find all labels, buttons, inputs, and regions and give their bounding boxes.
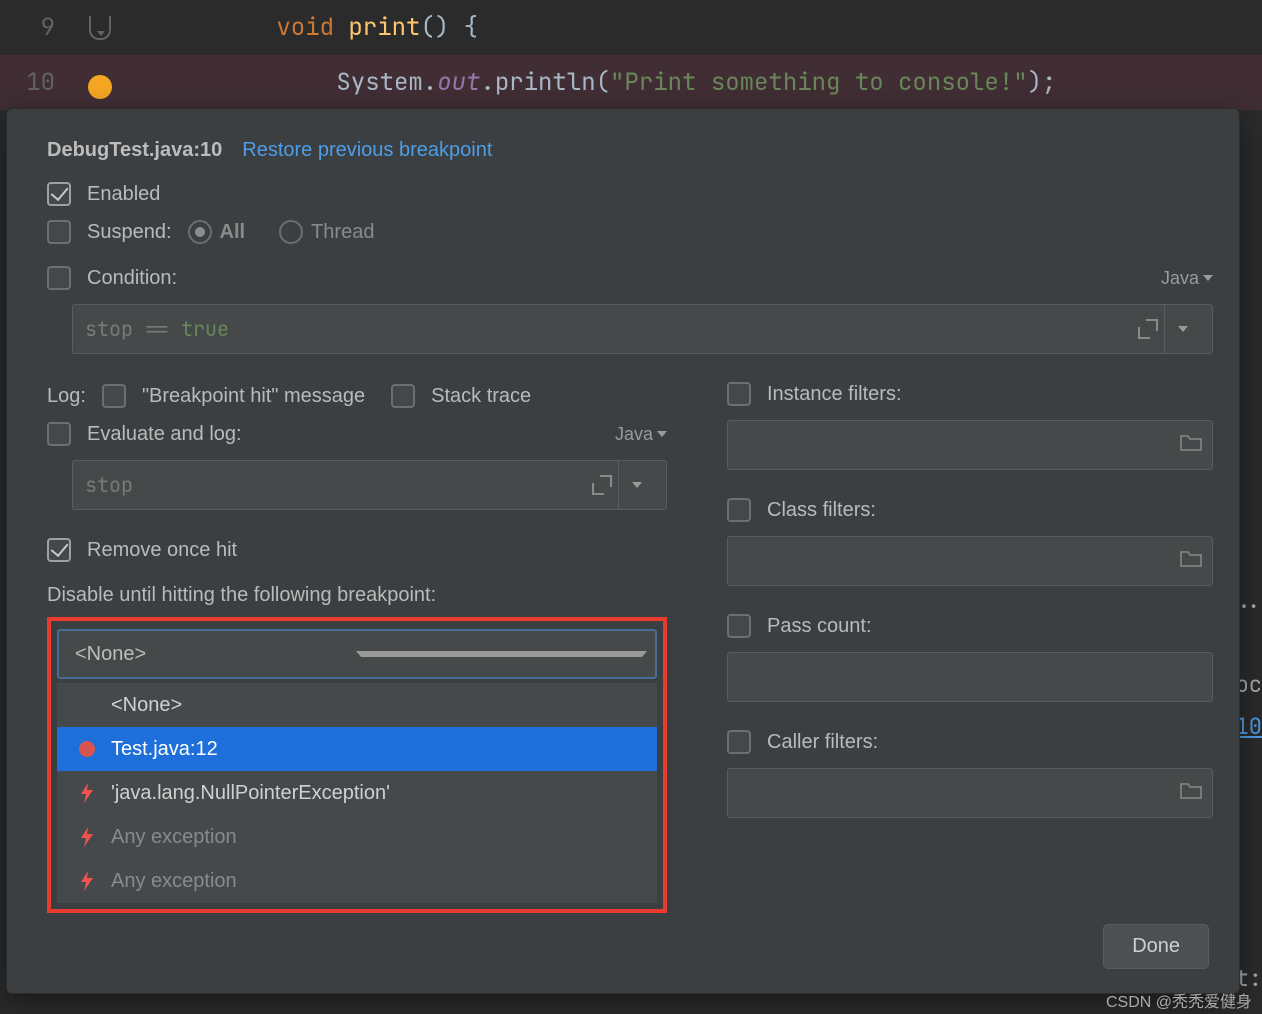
disable-until-selected: <None> [75,643,356,666]
instance-filters-label: Instance filters: [767,383,902,406]
folder-icon[interactable] [1180,781,1202,805]
condition-lang-picker[interactable]: Java [1161,268,1213,289]
evaluate-input[interactable]: stop [72,460,667,510]
class-filters-input[interactable] [727,536,1213,586]
evaluate-placeholder: stop [85,472,584,498]
caller-filters-label: Caller filters: [767,731,878,754]
suspend-row: Suspend: All Thread [47,220,1213,244]
line-number: 9 [0,12,65,43]
suspend-all-radio[interactable] [188,220,212,244]
log-label: Log: [47,385,86,408]
enabled-row[interactable]: Enabled [47,182,1213,206]
condition-history-button[interactable] [1164,305,1200,353]
condition-row: Condition: Java [47,266,1213,290]
folder-icon[interactable] [1180,549,1202,573]
breakpoint-location: DebugTest.java:10 [47,139,222,162]
evaluate-history-button[interactable] [618,461,654,509]
breakpoint-marker-icon[interactable] [88,75,112,99]
suspend-all-label: All [220,221,246,244]
instance-filters-row[interactable]: Instance filters: [727,382,1213,406]
caller-filters-row[interactable]: Caller filters: [727,730,1213,754]
condition-placeholder: stop == true [85,316,1130,342]
condition-input[interactable]: stop == true [72,304,1213,354]
dropdown-item-any-exception-2[interactable]: Any exception [57,859,657,903]
suspend-label: Suspend: [87,221,172,244]
breakpoint-popup: DebugTest.java:10 Restore previous break… [6,108,1240,994]
evaluate-lang-picker[interactable]: Java [615,424,667,445]
expand-icon[interactable] [1138,319,1158,339]
exception-bolt-icon [79,827,95,847]
dropdown-item-test-java[interactable]: Test.java:12 [57,727,657,771]
suspend-thread-label: Thread [311,221,374,244]
stack-trace-label: Stack trace [431,385,531,408]
dropdown-item-any-exception-1[interactable]: Any exception [57,815,657,859]
class-filters-label: Class filters: [767,499,876,522]
dropdown-item-npe[interactable]: 'java.lang.NullPointerException' [57,771,657,815]
caller-filters-checkbox[interactable] [727,730,751,754]
done-button[interactable]: Done [1103,924,1209,969]
evaluate-label: Evaluate and log: [87,423,242,446]
suspend-checkbox[interactable] [47,220,71,244]
condition-checkbox[interactable] [47,266,71,290]
instance-filters-input[interactable] [727,420,1213,470]
suspend-thread-radio[interactable] [279,220,303,244]
popup-header: DebugTest.java:10 Restore previous break… [47,139,1213,162]
caller-filters-input[interactable] [727,768,1213,818]
breakpoint-dot-icon [79,741,95,757]
chevron-down-icon [1203,275,1213,281]
code-editor: 9 void print() { 10 System.out.println("… [0,0,1262,110]
enabled-checkbox[interactable] [47,182,71,206]
pass-count-label: Pass count: [767,615,872,638]
evaluate-row: Evaluate and log: Java [47,422,667,446]
method-marker-icon [89,16,111,40]
chevron-down-icon [356,651,647,657]
exception-bolt-icon [79,871,95,891]
class-filters-checkbox[interactable] [727,498,751,522]
remove-once-hit-label: Remove once hit [87,539,237,562]
disable-until-combo[interactable]: <None> [57,629,657,679]
bp-hit-message-checkbox[interactable] [102,384,126,408]
enabled-label: Enabled [87,183,160,206]
log-row: Log: "Breakpoint hit" message Stack trac… [47,384,667,408]
folder-icon[interactable] [1180,433,1202,457]
remove-once-hit-row[interactable]: Remove once hit [47,538,667,562]
line-number: 10 [0,67,65,98]
remove-once-hit-checkbox[interactable] [47,538,71,562]
pass-count-row[interactable]: Pass count: [727,614,1213,638]
class-filters-row[interactable]: Class filters: [727,498,1213,522]
code-line-10: 10 System.out.println("Print something t… [0,55,1262,110]
evaluate-checkbox[interactable] [47,422,71,446]
exception-bolt-icon [79,783,95,803]
disable-until-label: Disable until hitting the following brea… [47,584,667,607]
pass-count-checkbox[interactable] [727,614,751,638]
watermark: CSDN @秃秃爱健身 [1106,988,1252,1012]
bp-hit-message-label: "Breakpoint hit" message [142,385,365,408]
stack-trace-checkbox[interactable] [391,384,415,408]
condition-label: Condition: [87,267,177,290]
restore-previous-link[interactable]: Restore previous breakpoint [242,139,492,162]
dropdown-item-none[interactable]: <None> [57,683,657,727]
chevron-down-icon [657,431,667,437]
chevron-down-icon [1178,326,1188,332]
instance-filters-checkbox[interactable] [727,382,751,406]
disable-until-highlight: <None> <None> Test.java:12 'java.lang.Nu… [47,617,667,913]
disable-until-dropdown: <None> Test.java:12 'java.lang.NullPoint… [57,683,657,903]
gutter[interactable] [65,16,135,40]
gutter[interactable] [65,71,135,95]
expand-icon[interactable] [592,475,612,495]
chevron-down-icon [632,482,642,488]
pass-count-input[interactable] [727,652,1213,702]
